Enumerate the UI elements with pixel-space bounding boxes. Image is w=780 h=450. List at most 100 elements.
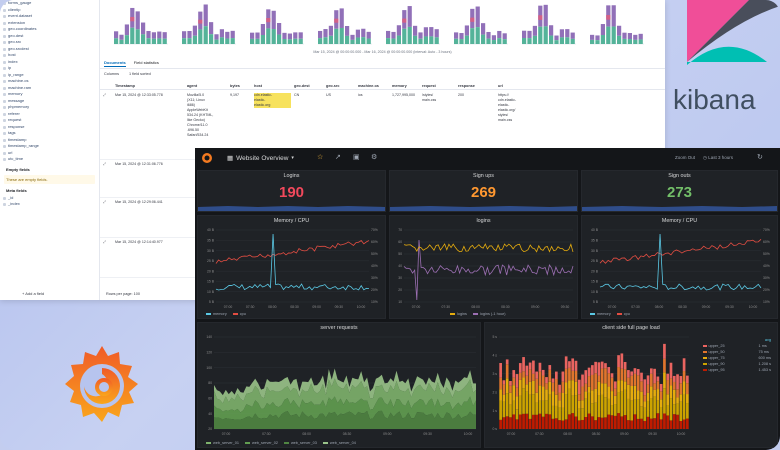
grafana-menu-icon[interactable]	[201, 152, 213, 164]
page-load-bar	[679, 420, 683, 429]
add-field-button[interactable]: + Add a field	[22, 291, 44, 296]
y-tick-label: 35 B	[207, 238, 215, 242]
share-icon[interactable]: ↗	[335, 153, 341, 161]
legend-item[interactable]: web_server_03	[283, 441, 317, 445]
page-load-bar	[505, 393, 509, 417]
histogram-bar	[209, 22, 214, 35]
stat-panel-sign-outs[interactable]: Sign outs 273	[581, 170, 778, 212]
column-header[interactable]: Timestamp	[112, 82, 184, 89]
page-load-bar	[686, 394, 689, 404]
pagination[interactable]: Rows per page: 100	[106, 292, 140, 296]
page-load-bar	[499, 400, 502, 420]
settings-gear-icon[interactable]: ⚙	[371, 153, 377, 161]
histogram-bar	[345, 26, 350, 36]
star-icon[interactable]: ☆	[317, 153, 323, 161]
column-header[interactable]: response	[455, 82, 495, 89]
page-load-bar	[591, 403, 594, 417]
x-tick-label: 09:30	[423, 432, 432, 436]
column-header[interactable]: host	[251, 82, 291, 89]
column-header[interactable]: geo.dest	[291, 82, 323, 89]
column-header[interactable]: geo.src	[323, 82, 355, 89]
page-load-bar	[643, 407, 647, 421]
expand-row-icon[interactable]: ⤢	[103, 200, 106, 205]
legend-item[interactable]: upper_95 1.453 s	[702, 367, 771, 373]
logins-series	[403, 243, 574, 253]
tab-documents[interactable]: Documents	[104, 60, 126, 67]
columns-button[interactable]: Columns	[104, 72, 119, 76]
legend-item[interactable]: web_server_02	[244, 441, 278, 445]
page-load-bar	[538, 362, 542, 372]
sparkline	[390, 206, 577, 211]
histogram-bar	[182, 38, 187, 44]
save-icon[interactable]: ▣	[353, 153, 360, 161]
histogram-bar	[146, 38, 151, 44]
expand-row-icon[interactable]: ⤢	[103, 162, 106, 167]
x-tick-label: 09:00	[312, 305, 321, 309]
page-load-bar	[548, 369, 552, 382]
refresh-icon[interactable]: ↻	[757, 153, 763, 161]
page-load-bar	[502, 417, 506, 429]
histogram-bar	[502, 33, 507, 40]
expand-row-icon[interactable]: ⤢	[103, 240, 106, 245]
tab-field-statistics[interactable]: Field statistics	[134, 60, 159, 67]
legend-label: upper_95	[708, 368, 725, 372]
legend-item[interactable]: memory	[206, 312, 227, 316]
page-load-bar	[535, 392, 539, 403]
column-header[interactable]: url	[495, 82, 535, 89]
column-header[interactable]: bytes	[227, 82, 251, 89]
empty-fields-heading[interactable]: Empty fields	[0, 166, 99, 174]
expand-row-icon[interactable]: ⤢	[103, 93, 106, 98]
graph-panel-memory-cpu[interactable]: Memory / CPU 40 B 35 B 30 B 25 B 20 B 15 B 10 …	[197, 215, 386, 319]
legend-item[interactable]: logins (-1 hour)	[472, 312, 505, 316]
meta-field[interactable]: _index	[0, 201, 99, 208]
page-load-bar	[591, 416, 594, 429]
page-load-bar	[627, 370, 630, 378]
page-load-bar	[564, 382, 568, 395]
graph-panel-logins[interactable]: logins 70 60 50 40 30 20 10 07:00 07:30 08:00 08:3…	[389, 215, 578, 319]
page-load-bar	[577, 408, 581, 421]
histogram-chart[interactable]	[108, 0, 653, 52]
histogram-bar	[386, 38, 391, 44]
sidebar-field[interactable]: utc_time	[0, 156, 99, 163]
histogram-bar	[491, 35, 496, 41]
dashboard-picker[interactable]: ▦ Website Overview ▾	[223, 152, 298, 164]
page-load-bar	[505, 378, 509, 394]
histogram-bar	[491, 40, 496, 44]
page-load-bar	[541, 400, 545, 417]
page-load-bar	[558, 420, 561, 429]
legend-label: upper_50	[708, 350, 725, 354]
legend-item[interactable]: logins	[450, 312, 467, 316]
page-load-bar	[561, 420, 565, 429]
histogram-bar	[192, 35, 197, 44]
column-header[interactable]: agent	[184, 82, 227, 89]
graph-panel-memory-cpu-2[interactable]: Memory / CPU 40 B 35 B 30 B 25 B 20 B 15 B 10 …	[581, 215, 778, 319]
page-load-bar	[666, 394, 670, 406]
legend-item[interactable]: memory	[590, 312, 611, 316]
legend-item[interactable]: web_server_04	[322, 441, 356, 445]
stat-panel-logins[interactable]: Logins 190	[197, 170, 386, 212]
page-load-bar	[676, 414, 679, 429]
y-tick-label: 40 B	[591, 228, 599, 232]
time-picker[interactable]: ◷ Last 3 hours	[703, 155, 733, 161]
legend-item[interactable]: cpu	[232, 312, 246, 316]
column-header[interactable]: memory	[389, 82, 419, 89]
zoom-out-button[interactable]: Zoom Out	[675, 155, 695, 160]
page-load-bar	[646, 384, 650, 393]
graph-panel-server-requests[interactable]: server requests 140 120 100 80 60 40 20 07:00 07…	[197, 322, 481, 448]
legend-item[interactable]: cpu	[616, 312, 630, 316]
legend-value: 1.453 s	[758, 368, 771, 372]
graph-panel-page-load[interactable]: client side full page load 5 s4 s3 s2 s1…	[484, 322, 778, 448]
stat-panel-sign-ups[interactable]: Sign ups 269	[389, 170, 578, 212]
meta-fields-heading[interactable]: Meta fields	[0, 187, 99, 195]
histogram-bar	[271, 10, 276, 30]
legend-item[interactable]: web_server_01	[206, 441, 239, 445]
column-header[interactable]: request	[419, 82, 455, 89]
y2-tick-label: 70%	[371, 228, 378, 232]
stat-value: 269	[470, 184, 497, 201]
histogram-bar	[361, 28, 366, 38]
legend-label: upper_25	[708, 344, 725, 348]
sort-button[interactable]: 1 field sorted	[129, 72, 151, 76]
table-cell: US	[326, 93, 331, 97]
page-load-bar	[646, 400, 650, 417]
column-header[interactable]: machine.os	[355, 82, 389, 89]
